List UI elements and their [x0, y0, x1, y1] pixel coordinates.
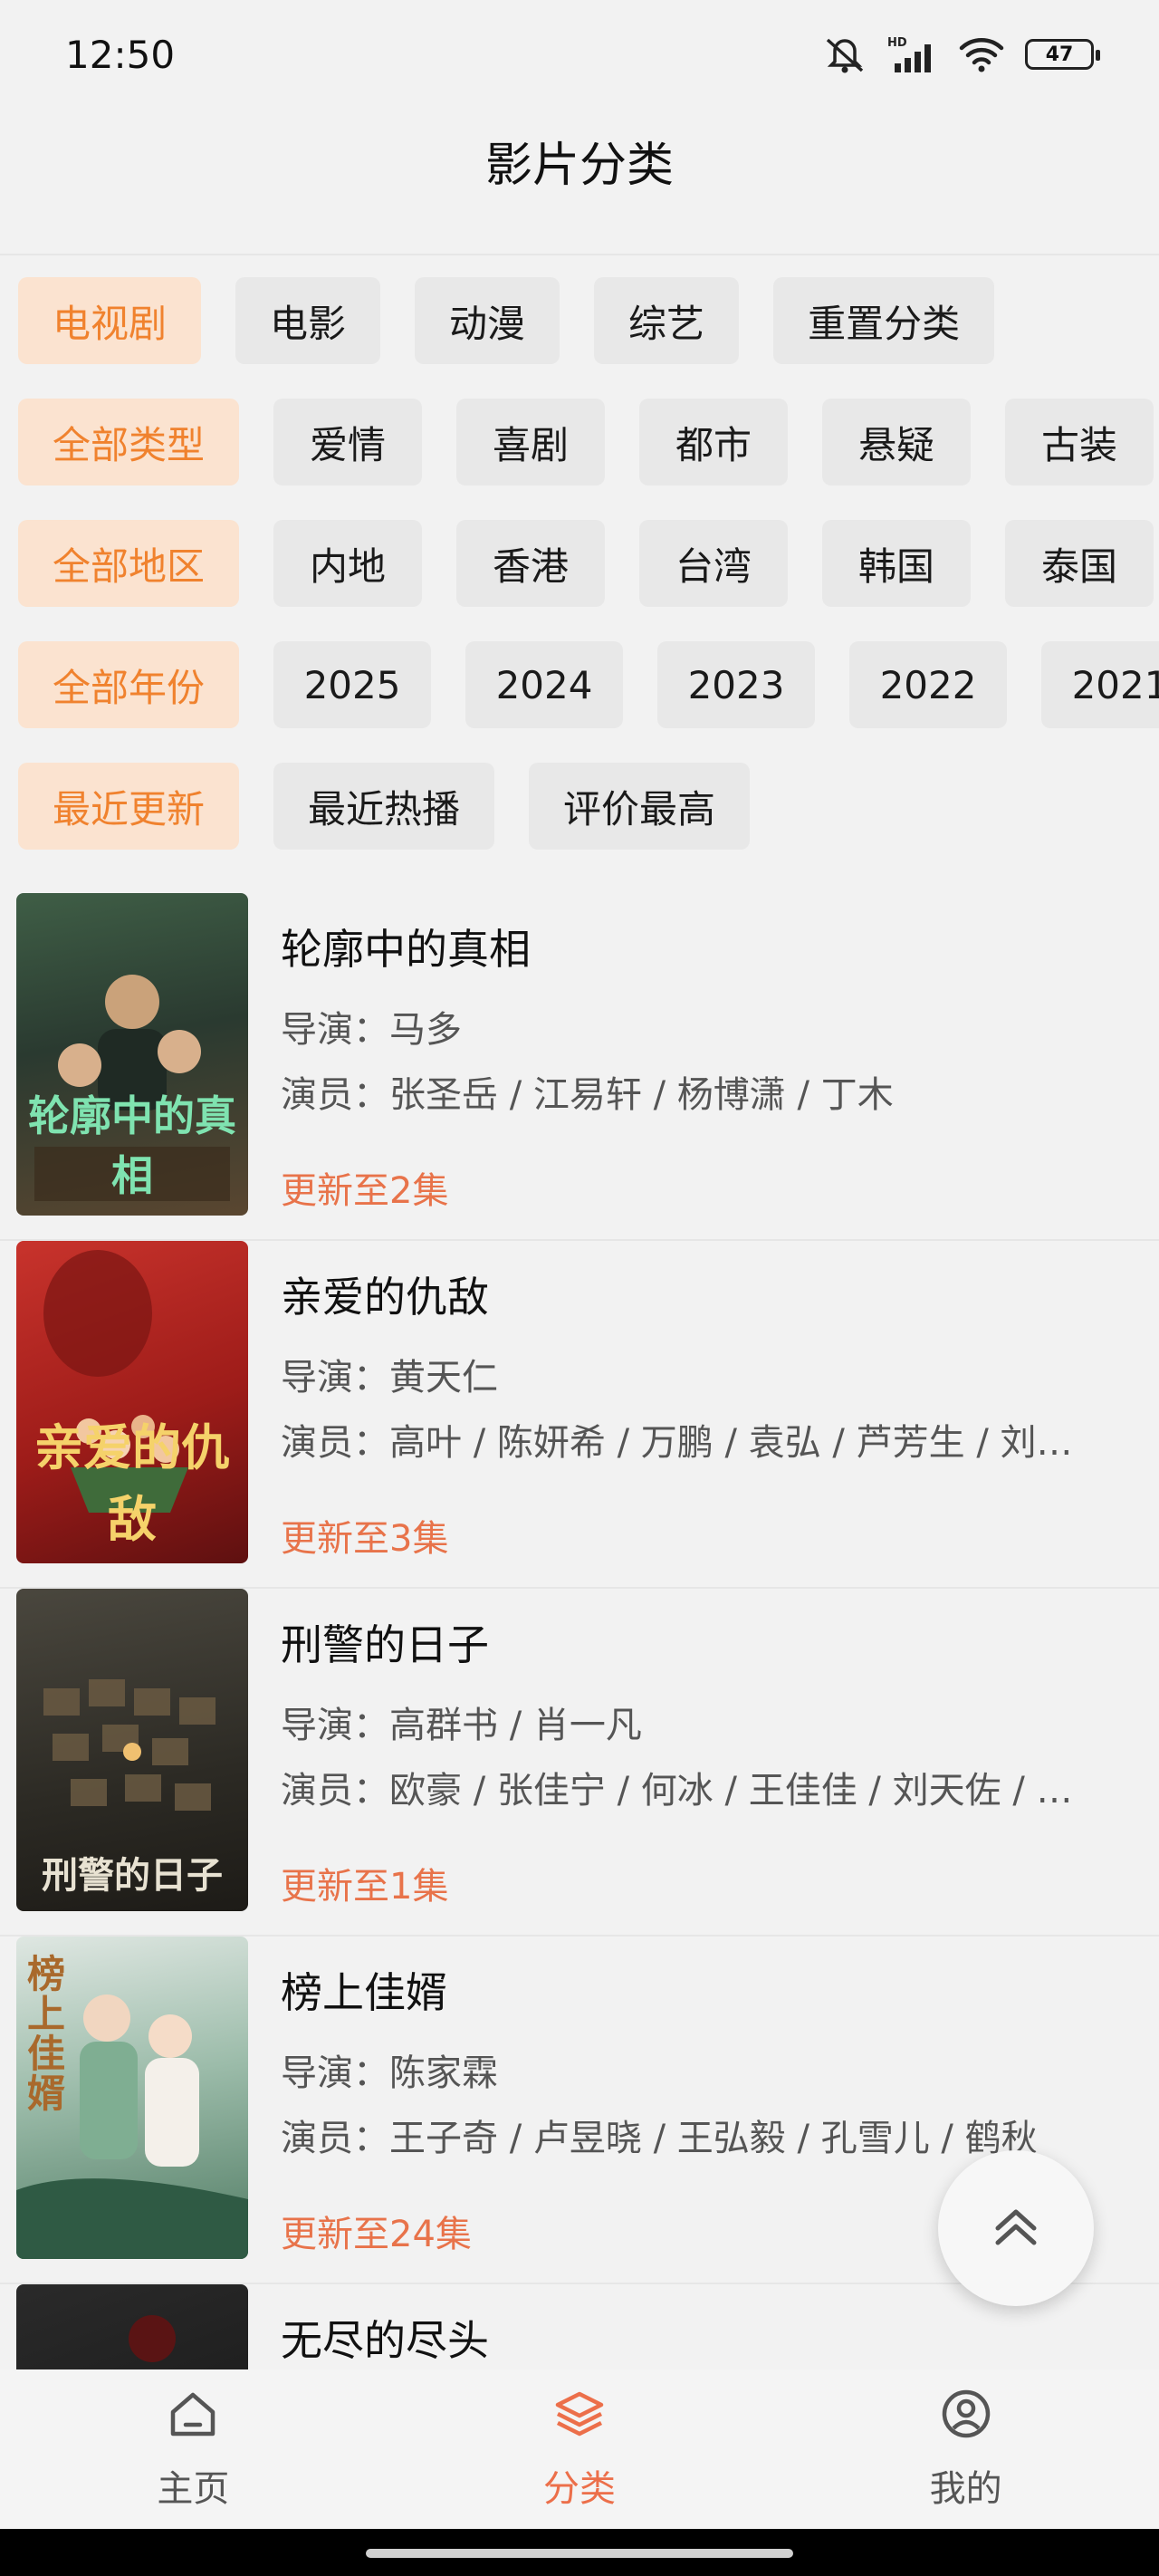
poster-image: 榜上佳婿	[16, 1937, 248, 2259]
poster-image	[16, 2284, 248, 2369]
chip-category-movie[interactable]: 电影	[235, 277, 381, 364]
chip-genre-mystery[interactable]: 悬疑	[822, 399, 972, 485]
chip-genre-selected[interactable]: 全部类型	[18, 399, 240, 485]
chip-sort-hot[interactable]: 最近热播	[273, 763, 495, 850]
chip-genre-romance[interactable]: 爱情	[273, 399, 423, 485]
nav-item-profile[interactable]: 我的	[772, 2369, 1159, 2529]
battery-icon: 47	[1025, 39, 1100, 70]
poster-title-text: 刑警的日子	[42, 1854, 223, 1897]
show-update-status: 更新至1集	[281, 1866, 449, 1908]
show-update-status: 更新至3集	[281, 1518, 449, 1560]
show-cast: 演员：欧豪 / 张佳宁 / 何冰 / 王佳佳 / 刘天佐 / 杨雪	[281, 1770, 1105, 1812]
chip-year-2024[interactable]: 2024	[465, 641, 624, 728]
title-divider	[0, 254, 1159, 255]
status-time: 12:50	[65, 32, 176, 77]
list-item[interactable]: 轮廓中的真相 轮廓中的真相 导演：马多 演员：张圣岳 / 江易轩 / 杨博潇 /…	[0, 893, 1159, 1241]
show-cast: 演员：高叶 / 陈妍希 / 万鹏 / 袁弘 / 芦芳生 / 刘天佐	[281, 1422, 1105, 1464]
layers-icon	[552, 2387, 607, 2450]
gesture-handle[interactable]	[366, 2549, 793, 2558]
chip-region-mainland[interactable]: 内地	[273, 520, 423, 607]
wifi-icon	[958, 35, 1005, 73]
chip-region-selected[interactable]: 全部地区	[18, 520, 240, 607]
show-cast: 演员：张圣岳 / 江易轩 / 杨博潇 / 丁木	[281, 1074, 894, 1116]
chip-category-variety[interactable]: 综艺	[594, 277, 740, 364]
nav-item-home[interactable]: 主页	[0, 2369, 387, 2529]
filter-row-region: 全部地区 内地 香港 台湾 韩国 泰国	[18, 520, 1159, 607]
nav-label-profile: 我的	[929, 2468, 1002, 2510]
list-item[interactable]: 亲爱的仇敌 亲爱的仇敌 导演：黄天仁 演员：高叶 / 陈妍希 / 万鹏 / 袁弘…	[0, 1241, 1159, 1589]
chip-year-2021[interactable]: 2021	[1041, 641, 1159, 728]
filter-row-year: 全部年份 2025 2024 2023 2022 2021	[18, 641, 1159, 728]
chip-year-selected[interactable]: 全部年份	[18, 641, 240, 728]
show-title: 榜上佳婿	[281, 1968, 447, 2017]
chip-year-2022[interactable]: 2022	[849, 641, 1008, 728]
network-label: HD	[887, 36, 907, 50]
reset-filter-button[interactable]: 重置分类	[773, 277, 995, 364]
poster-image: 轮廓中的真相	[16, 893, 248, 1216]
chip-region-korea[interactable]: 韩国	[822, 520, 972, 607]
battery-level: 47	[1045, 43, 1074, 66]
show-title: 刑警的日子	[281, 1620, 489, 1669]
user-icon	[939, 2387, 993, 2450]
scroll-to-top-button[interactable]	[938, 2150, 1094, 2306]
list-item[interactable]: 刑警的日子 刑警的日子 导演：高群书 / 肖一凡 演员：欧豪 / 张佳宁 / 何…	[0, 1589, 1159, 1937]
poster-image: 刑警的日子	[16, 1589, 248, 1911]
show-update-status: 更新至2集	[281, 1170, 449, 1212]
chip-region-thailand[interactable]: 泰国	[1005, 520, 1154, 607]
poster-title-text: 榜上佳婿	[27, 1952, 66, 2117]
filter-row-category: 电视剧 电影 动漫 综艺 重置分类	[18, 277, 1029, 364]
nav-item-category[interactable]: 分类	[387, 2369, 773, 2529]
mute-icon	[822, 34, 867, 74]
show-director: 导演：陈家霖	[281, 2052, 498, 2094]
show-title: 轮廓中的真相	[281, 925, 531, 974]
home-icon	[166, 2387, 220, 2450]
show-title: 亲爱的仇敌	[281, 1273, 489, 1322]
show-director: 导演：马多	[281, 1009, 462, 1051]
signal-icon: HD	[887, 34, 938, 74]
nav-label-category: 分类	[543, 2468, 616, 2510]
page-title: 影片分类	[484, 139, 674, 193]
poster-image: 亲爱的仇敌	[16, 1241, 248, 1563]
bottom-nav: 主页 分类 我的	[0, 2369, 1159, 2529]
show-director: 导演：黄天仁	[281, 1357, 498, 1399]
chip-year-2025[interactable]: 2025	[273, 641, 432, 728]
chip-year-2023[interactable]: 2023	[657, 641, 816, 728]
show-director: 导演：高群书 / 肖一凡	[281, 1705, 642, 1746]
filter-row-sort: 最近更新 最近热播 评价最高	[18, 763, 784, 850]
double-chevron-up-icon	[989, 2199, 1043, 2257]
chip-sort-selected[interactable]: 最近更新	[18, 763, 240, 850]
chip-genre-comedy[interactable]: 喜剧	[456, 399, 606, 485]
status-bar: 12:50 HD 47	[0, 0, 1159, 109]
show-update-status: 更新至24集	[281, 2214, 472, 2255]
chip-genre-costume[interactable]: 古装	[1005, 399, 1154, 485]
system-gesture-area	[0, 2529, 1159, 2576]
status-icons: HD 47	[822, 34, 1100, 74]
chip-category-anime[interactable]: 动漫	[415, 277, 560, 364]
chip-genre-urban[interactable]: 都市	[639, 399, 789, 485]
poster-title-text: 轮廓中的真相	[28, 1091, 236, 1200]
nav-label-home: 主页	[157, 2468, 230, 2510]
show-cast: 演员：王子奇 / 卢昱晓 / 王弘毅 / 孔雪儿 / 鹤秋	[281, 2118, 1038, 2159]
filter-row-genre: 全部类型 爱情 喜剧 都市 悬疑 古装	[18, 399, 1159, 485]
show-title: 无尽的尽头	[281, 2316, 489, 2365]
chip-region-hongkong[interactable]: 香港	[456, 520, 606, 607]
poster-title-text: 亲爱的仇敌	[34, 1418, 230, 1548]
chip-category-selected[interactable]: 电视剧	[18, 277, 202, 364]
chip-sort-rating[interactable]: 评价最高	[529, 763, 751, 850]
chip-region-taiwan[interactable]: 台湾	[639, 520, 789, 607]
